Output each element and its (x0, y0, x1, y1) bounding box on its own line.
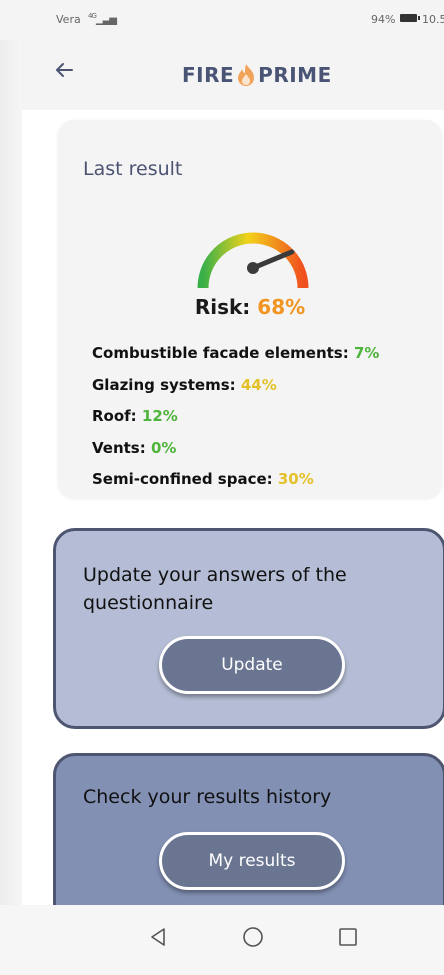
status-bar: Vera 4G▁▃▅ 94% 10.5 (0, 0, 444, 40)
factor-facade: Combustible facade elements: 7% (92, 338, 379, 370)
factor-value: 0% (150, 438, 177, 457)
system-nav-bar (0, 905, 444, 975)
clock: 10.5 (422, 13, 444, 26)
battery-icon (400, 14, 420, 22)
network-type: 4G (88, 12, 97, 20)
main-content[interactable]: Last result Risk: 68% Combustible facade… (22, 110, 444, 905)
last-result-card: Last result Risk: 68% Combustible facade… (58, 120, 442, 498)
risk-label: Risk: (194, 295, 251, 319)
factor-semi-confined: Semi-confined space: 30% (92, 464, 379, 496)
factor-label: Combustible facade elements: (92, 344, 349, 362)
risk-summary: Risk: 68% (58, 295, 442, 319)
battery-percent: 94% (371, 13, 396, 26)
risk-value: 68% (257, 295, 306, 319)
app-logo: FIRE PRIME (182, 62, 332, 88)
factor-label: Semi-confined space: (92, 470, 273, 488)
update-card-text: Update your answers of the questionnaire (83, 564, 347, 614)
my-results-button[interactable]: My results (159, 832, 345, 890)
factor-glazing: Glazing systems: 44% (92, 370, 379, 402)
factor-value: 12% (141, 407, 178, 425)
gauge-needle (250, 249, 295, 271)
factor-roof: Roof: 12% (92, 401, 379, 433)
card-title: Last result (83, 158, 183, 180)
factor-value: 30% (277, 470, 314, 488)
circle-home-icon[interactable] (241, 925, 265, 949)
factor-vents: Vents: 0% (92, 433, 379, 465)
gauge-hub (247, 262, 259, 274)
signal-icon: 4G▁▃▅ (88, 12, 117, 26)
factor-label: Vents: (92, 438, 146, 457)
update-button[interactable]: Update (159, 636, 345, 694)
left-edge (0, 40, 22, 940)
factor-value: 44% (240, 375, 277, 394)
risk-gauge (197, 232, 309, 289)
carrier-name: Vera (56, 13, 81, 26)
app-bar: FIRE PRIME (22, 40, 444, 110)
arrow-left-icon[interactable] (52, 58, 76, 82)
brand-text-right: PRIME (258, 63, 332, 87)
triangle-back-icon[interactable] (146, 925, 170, 949)
history-card-text: Check your results history (83, 786, 332, 808)
risk-factor-list: Combustible facade elements: 7% Glazing … (92, 338, 379, 496)
factor-label: Glazing systems: (92, 375, 236, 394)
brand-text-left: FIRE (182, 63, 235, 87)
results-history-card: Check your results history My results (53, 753, 444, 905)
flame-icon (238, 64, 255, 86)
square-recent-icon[interactable] (336, 925, 360, 949)
factor-value: 7% (353, 344, 380, 362)
factor-label: Roof: (92, 407, 137, 425)
update-questionnaire-card: Update your answers of the questionnaire… (53, 528, 444, 729)
